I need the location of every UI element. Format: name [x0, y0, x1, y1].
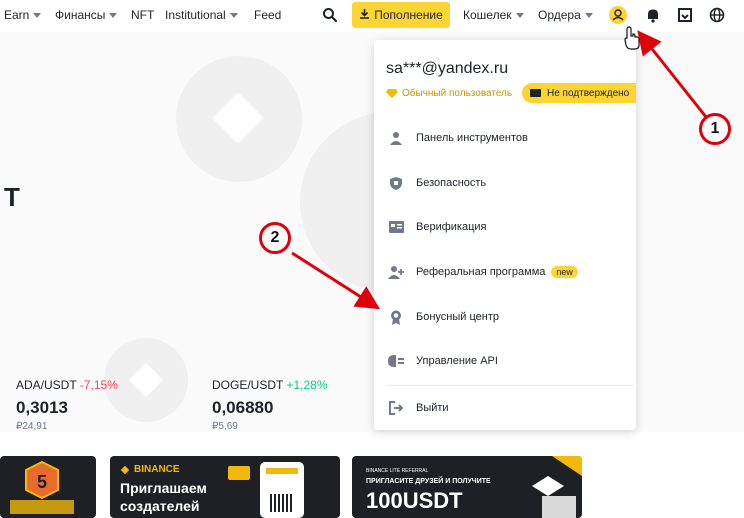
annotation-marker-2: 2 — [259, 222, 291, 254]
menu-item-label: Реферальная программа — [416, 266, 546, 278]
pair-change: +1,28% — [286, 378, 328, 392]
banner-strip: 5 BINANCE Приглашаем создателей BINANCE … — [0, 432, 744, 518]
banner-creators[interactable]: BINANCE Приглашаем создателей — [110, 456, 340, 518]
user-level[interactable]: Обычный пользователь — [386, 88, 512, 99]
nav-finance-label: Финансы — [55, 8, 106, 22]
id-card-icon — [388, 219, 404, 235]
banner-promo-1[interactable]: 5 — [0, 456, 96, 518]
nav-wallet-label: Кошелек — [463, 8, 512, 22]
pair-price: 0,06880 — [212, 398, 274, 417]
nav-earn-label: Earn — [4, 8, 30, 22]
user-level-label: Обычный пользователь — [402, 88, 513, 99]
search-icon[interactable] — [319, 4, 341, 26]
menu-item-label: Выйти — [416, 402, 449, 414]
menu-separator — [386, 385, 634, 386]
menu-item-label: Безопасность — [416, 177, 487, 189]
menu-item-label: Панель инструментов — [416, 132, 528, 144]
ticker-pair: ADA/USDT -7,15% — [16, 378, 118, 392]
banner-referral[interactable]: BINANCE LITE REFERRAL ПРИГЛАСИТЕ ДРУЗЕЙ … — [352, 456, 582, 518]
menu-item-dashboard[interactable]: Панель инструментов — [374, 120, 636, 156]
ticker-pair: DOGE/USDT +1,28% — [212, 378, 328, 392]
binance-logo: BINANCE — [120, 464, 180, 475]
phone-header — [266, 468, 298, 474]
referral-sub-text: ПРИГЛАСИТЕ ДРУЗЕЙ И ПОЛУЧИТЕ — [366, 478, 491, 485]
pair-name: ADA/USDT — [16, 378, 77, 392]
add-user-icon — [388, 264, 404, 280]
menu-item-bonus-center[interactable]: Бонусный центр — [374, 299, 636, 335]
new-badge: new — [551, 266, 578, 278]
diamond-icon — [386, 89, 398, 98]
chevron-down-icon — [515, 12, 524, 18]
qr-code-icon — [270, 494, 292, 512]
pair-name: DOGE/USDT — [212, 378, 284, 392]
user-email: sa***@yandex.ru — [386, 60, 509, 77]
chevron-down-icon — [33, 12, 42, 18]
menu-item-label: Бонусный центр — [416, 311, 499, 323]
referral-top-text: BINANCE LITE REFERRAL — [366, 468, 429, 474]
hero-title: T — [4, 182, 20, 212]
chevron-down-icon — [109, 12, 118, 18]
pair-price: 0,3013 — [16, 398, 68, 417]
menu-item-label: Управление API — [416, 355, 498, 367]
account-dropdown: sa***@yandex.ru Обычный пользователь Не … — [374, 40, 636, 430]
nav-feed-label: Feed — [254, 8, 282, 22]
menu-item-logout[interactable]: Выйти — [374, 390, 636, 426]
bell-icon[interactable] — [642, 4, 664, 26]
hand-gift-icon — [532, 456, 582, 518]
chevron-down-icon — [584, 12, 593, 18]
verification-status-badge[interactable]: Не подтверждено — [522, 83, 636, 103]
binance-logo-icon — [120, 465, 130, 474]
nav-nft-label: NFT — [131, 8, 155, 22]
nav-earn[interactable]: Earn — [4, 8, 42, 22]
referral-amount: 100USDT — [366, 488, 463, 513]
download-app-icon[interactable] — [674, 4, 696, 26]
phone-illustration — [260, 462, 304, 518]
api-icon — [388, 353, 404, 369]
ticker-ada[interactable]: ADA/USDT -7,15% 0,3013 ₽24,91 — [16, 378, 118, 432]
menu-item-label: Верификация — [416, 221, 487, 233]
banner-title-line-2: создателей — [120, 498, 200, 514]
nav-feed[interactable]: Feed — [254, 8, 281, 22]
nav-orders-label: Ордера — [538, 8, 581, 22]
menu-item-security[interactable]: Безопасность — [374, 165, 636, 201]
nav-institutional[interactable]: Institutional — [165, 8, 238, 22]
nav-orders[interactable]: Ордера — [538, 8, 593, 22]
id-card-icon — [530, 89, 541, 97]
deposit-button[interactable]: Пополнение — [352, 2, 450, 28]
chevron-down-icon — [229, 12, 238, 18]
globe-icon[interactable] — [706, 4, 728, 26]
pair-change: -7,15% — [79, 378, 118, 392]
hand-cursor-icon — [624, 26, 640, 50]
deposit-label: Пополнение — [374, 8, 443, 22]
promo-5-icon: 5 — [10, 460, 74, 514]
nav-finance[interactable]: Финансы — [55, 8, 118, 22]
user-icon — [388, 130, 404, 146]
envelope-icon — [228, 466, 250, 480]
annotation-marker-1: 1 — [699, 113, 731, 145]
nav-wallet[interactable]: Кошелек — [463, 8, 524, 22]
menu-item-verification[interactable]: Верификация — [374, 209, 636, 245]
medal-icon — [388, 309, 404, 325]
download-icon — [359, 8, 370, 22]
binance-logo-text: BINANCE — [134, 464, 180, 475]
shield-icon — [388, 175, 404, 191]
user-avatar-icon[interactable] — [607, 4, 629, 26]
logout-icon — [388, 400, 404, 416]
svg-text:5: 5 — [37, 472, 47, 492]
menu-item-api[interactable]: Управление API — [374, 343, 636, 379]
menu-item-referral[interactable]: Реферальная программа new — [374, 254, 636, 290]
nav-institutional-label: Institutional — [165, 8, 226, 22]
banner-title-line-1: Приглашаем — [120, 480, 207, 496]
pair-rub-price: ₽5,69 — [212, 421, 238, 432]
pair-rub-price: ₽24,91 — [16, 421, 48, 432]
verification-status-label: Не подтверждено — [547, 87, 630, 99]
ticker-doge[interactable]: DOGE/USDT +1,28% 0,06880 ₽5,69 — [212, 378, 328, 432]
nav-nft[interactable]: NFT — [131, 8, 154, 22]
